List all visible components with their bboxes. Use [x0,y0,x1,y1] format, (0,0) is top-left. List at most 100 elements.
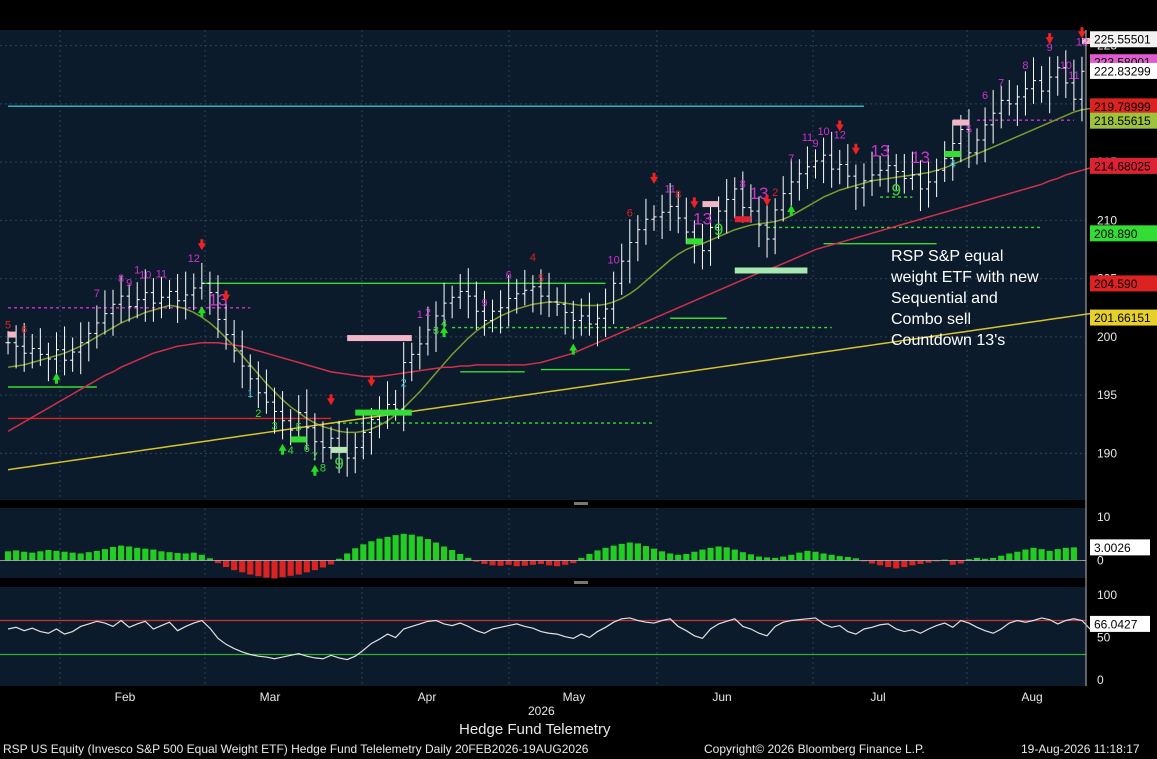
momentum-bar [667,553,674,561]
countdown-marker: 8 [1022,60,1028,72]
security-description: RSP US Equity (Invesco S&P 500 Equal Wei… [3,742,589,756]
momentum-bar [731,549,738,561]
countdown-marker: 10 [608,254,620,266]
momentum-bar [885,560,892,568]
countdown-marker: 13 [911,148,930,167]
momentum-bar [416,536,423,561]
momentum-bar [554,560,561,567]
countdown-marker: 8 [740,179,746,191]
momentum-bar [255,560,262,577]
panel-splitter [574,581,588,584]
countdown-marker: 9 [126,278,132,290]
momentum-bar [788,554,795,561]
countdown-marker: 6 [506,269,512,281]
momentum-bar [836,556,843,561]
momentum-bar [190,552,197,561]
momentum-bar [21,551,28,561]
momentum-bar [626,542,633,561]
momentum-bar [360,544,367,561]
copyright-text: Copyright© 2026 Bloomberg Finance L.P. [704,742,925,756]
price-label: 208.890 [1094,227,1138,241]
momentum-bar [109,546,117,561]
momentum-bar [352,548,359,561]
price-label: 219.78999 [1094,100,1151,114]
annotation-line: Countdown 13's [891,332,1006,349]
momentum-bar [279,560,286,578]
momentum-bar [400,533,407,561]
momentum-bar [126,546,133,561]
annotation-line: RSP S&P equal [891,248,1004,265]
x-tick-label: Apr [418,690,437,704]
panel-momentum [0,508,1086,578]
momentum-bar [222,560,230,568]
x-tick-label: Aug [1021,690,1042,704]
level-band [8,331,17,338]
momentum-bar [844,557,851,561]
momentum-bar [440,546,448,561]
level-band [355,409,412,416]
momentum-bar [505,560,512,565]
momentum-bar [723,547,730,561]
momentum-bar [263,560,270,578]
momentum-bar [368,541,375,561]
x-tick-label: Feb [115,690,136,704]
countdown-marker: 7 [312,451,318,463]
momentum-bar [182,553,189,561]
chart-annotation: RSP S&P equal weight ETF with new Sequen… [891,246,1081,351]
momentum-bar [1030,547,1037,561]
countdown-marker: 1 [1087,0,1093,3]
momentum-bar [529,560,536,565]
countdown-marker: 8 [320,463,326,475]
countdown-marker: 11 [156,268,167,280]
chart-canvas: 5 678 9110 11121312345678 921 234964510611 813… [0,0,1157,704]
momentum-bar [796,552,803,561]
momentum-bar [150,549,157,561]
momentum-bar [271,560,278,579]
momentum-bar [1070,547,1077,561]
status-footer: RSP US Equity (Invesco S&P 500 Equal Wei… [0,738,1157,759]
panel-splitter [574,502,588,505]
momentum-bar [13,550,20,561]
momentum-bar [998,555,1005,561]
countdown-marker: 4 [950,159,956,171]
countdown-marker: 5 [296,422,302,434]
momentum-bar [562,560,569,565]
momentum-tick: 10 [1097,510,1111,524]
momentum-bar [45,550,52,561]
countdown-marker: 9 [714,220,723,239]
level-band [702,201,719,208]
momentum-bar [239,560,246,573]
momentum-bar [610,545,617,561]
momentum-bar [747,554,754,561]
momentum-bar [489,560,496,566]
momentum-bar [691,551,698,561]
level-band [686,238,703,245]
countdown-marker: 5 [538,273,544,285]
momentum-bar [586,553,593,561]
momentum-bar [295,560,302,575]
timestamp: 19-Aug-2026 11:18:17 [1021,742,1140,756]
level-band [331,446,348,453]
momentum-bar [1054,549,1061,561]
momentum-bar [828,554,835,561]
momentum-bar [29,552,36,561]
countdown-marker: 5 [5,320,11,332]
countdown-marker: 11 [664,183,675,195]
momentum-bar [319,560,327,568]
countdown-marker: 8 [675,189,681,201]
countdown-marker: 10 [817,126,829,138]
momentum-bar [134,547,141,561]
price-label: 218.55615 [1094,114,1151,128]
momentum-bar [877,560,884,566]
momentum-bar [715,546,722,561]
countdown-marker: 2 [255,408,261,420]
y-tick-label: 190 [1097,446,1117,460]
momentum-bar [69,552,76,561]
momentum-bar [231,560,238,571]
momentum-bar [675,554,682,561]
countdown-marker: 2 [772,187,778,199]
momentum-bar [424,539,431,561]
momentum-bar [1046,550,1053,561]
momentum-bar [101,549,109,561]
momentum-bar [739,552,746,561]
